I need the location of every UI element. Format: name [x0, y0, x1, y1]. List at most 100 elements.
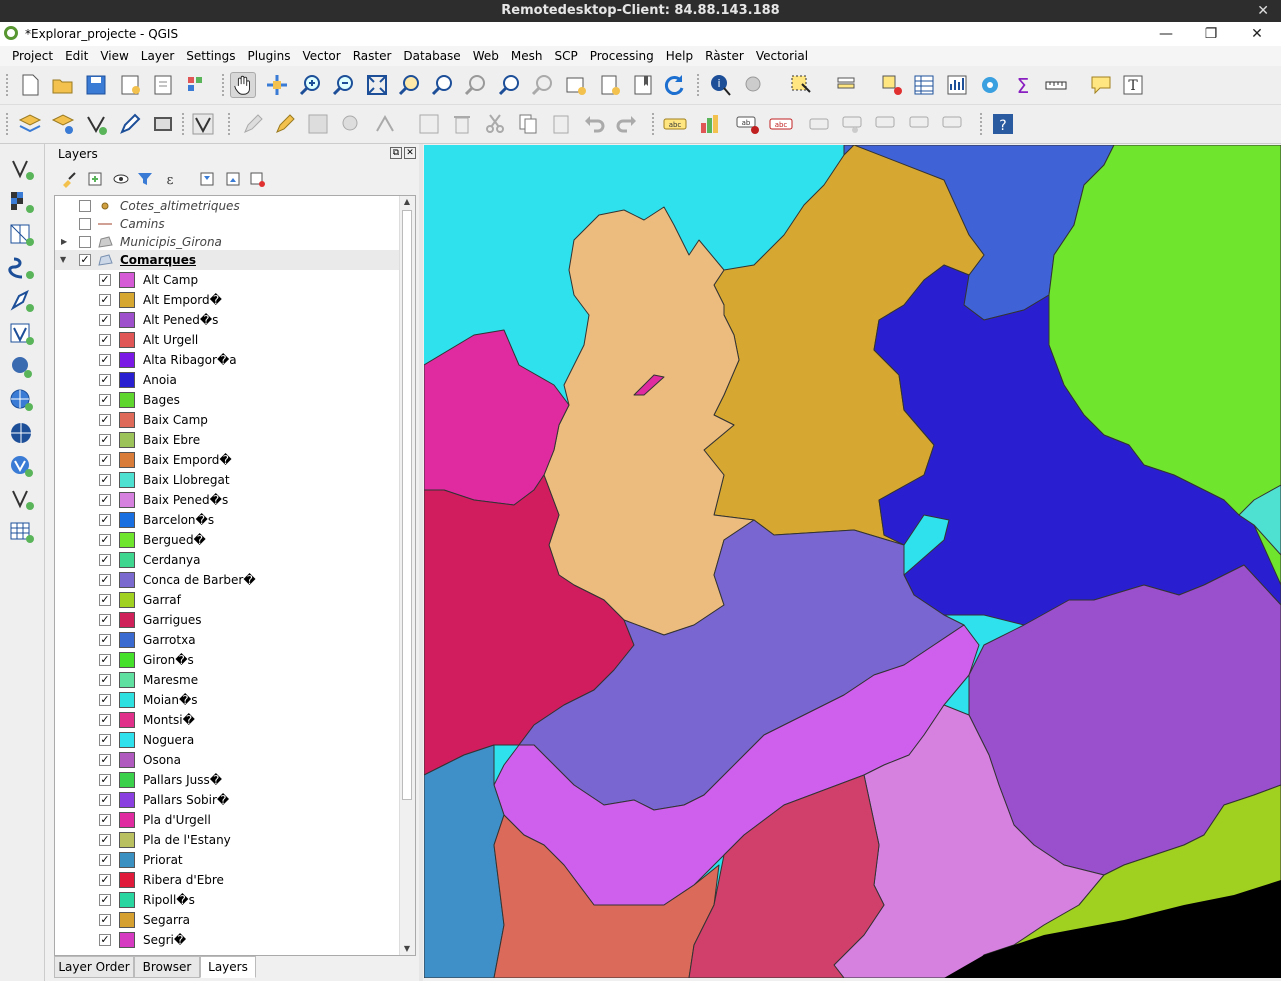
pin-labels-icon[interactable]: ab — [735, 111, 761, 137]
class-row[interactable]: ✓ Ripoll�s — [55, 890, 400, 910]
region-priorat[interactable] — [424, 744, 505, 978]
class-checkbox[interactable]: ✓ — [99, 474, 111, 486]
add-spatialite-icon[interactable] — [8, 321, 36, 347]
class-checkbox[interactable]: ✓ — [99, 454, 111, 466]
scroll-down-icon[interactable]: ▼ — [402, 944, 412, 954]
layer-checkbox[interactable]: ✓ — [79, 254, 91, 266]
class-row[interactable]: ✓ Baix Empord� — [55, 450, 400, 470]
zoom-in-icon[interactable] — [297, 72, 323, 98]
text-annotation-icon[interactable]: T — [1121, 72, 1147, 98]
refresh-icon[interactable] — [661, 72, 687, 98]
menu-help[interactable]: Help — [660, 46, 699, 66]
layer-checkbox[interactable] — [79, 200, 91, 212]
class-row[interactable]: ✓ Baix Pened�s — [55, 490, 400, 510]
new-vector-layer-icon[interactable] — [83, 111, 109, 137]
menu-plugins[interactable]: Plugins — [241, 46, 296, 66]
class-row[interactable]: ✓ Noguera — [55, 730, 400, 750]
paste-features-icon[interactable] — [548, 111, 574, 137]
add-virtual-layer-icon[interactable] — [8, 486, 36, 512]
class-row[interactable]: ✓ Ribera d'Ebre — [55, 870, 400, 890]
add-postgis-icon[interactable] — [8, 354, 36, 380]
class-checkbox[interactable]: ✓ — [99, 414, 111, 426]
class-checkbox[interactable]: ✓ — [99, 594, 111, 606]
filter-expression-icon[interactable]: ε — [162, 170, 180, 188]
add-vector-layer-icon[interactable] — [8, 156, 36, 182]
add-delimited-text-icon[interactable] — [8, 255, 36, 281]
undo-icon[interactable] — [581, 111, 607, 137]
class-row[interactable]: ✓ Alt Pened�s — [55, 310, 400, 330]
label-properties-icon[interactable] — [941, 111, 967, 137]
move-label-icon[interactable] — [808, 111, 834, 137]
layer-row-cotes[interactable]: Cotes_altimetriques — [55, 196, 400, 216]
class-checkbox[interactable]: ✓ — [99, 654, 111, 666]
class-row[interactable]: ✓ Segri� — [55, 930, 400, 950]
open-styling-icon[interactable] — [60, 170, 78, 188]
class-checkbox[interactable]: ✓ — [99, 294, 111, 306]
menu-layer[interactable]: Layer — [135, 46, 180, 66]
add-wfs-icon[interactable] — [8, 420, 36, 446]
zoom-full-icon[interactable] — [364, 72, 390, 98]
class-checkbox[interactable]: ✓ — [99, 314, 111, 326]
expand-all-icon[interactable] — [198, 170, 216, 188]
tab-layer-order[interactable]: Layer Order — [54, 956, 134, 978]
open-project-icon[interactable] — [50, 72, 76, 98]
copy-features-icon[interactable] — [515, 111, 541, 137]
remove-layer-icon[interactable] — [248, 170, 266, 188]
layer-checkbox[interactable] — [79, 236, 91, 248]
add-wms-icon[interactable] — [8, 387, 36, 413]
class-checkbox[interactable]: ✓ — [99, 554, 111, 566]
tab-browser[interactable]: Browser — [134, 956, 200, 978]
class-checkbox[interactable]: ✓ — [99, 814, 111, 826]
run-action-icon[interactable] — [741, 72, 767, 98]
class-checkbox[interactable]: ✓ — [99, 894, 111, 906]
cut-features-icon[interactable] — [482, 111, 508, 137]
expand-arrow-icon[interactable]: ▶ — [61, 232, 67, 252]
tab-layers[interactable]: Layers — [200, 956, 256, 978]
class-row[interactable]: ✓ Baix Llobregat — [55, 470, 400, 490]
class-row[interactable]: ✓ Moian�s — [55, 690, 400, 710]
delete-selected-icon[interactable] — [449, 111, 475, 137]
label-abc-icon[interactable]: abc — [662, 111, 688, 137]
zoom-to-selection-icon[interactable] — [397, 72, 423, 98]
filter-legend-icon[interactable] — [136, 170, 154, 188]
remote-close-button[interactable]: ✕ — [1257, 0, 1269, 22]
class-row[interactable]: ✓ Montsi� — [55, 710, 400, 730]
comarques-map[interactable] — [424, 145, 1281, 978]
new-temp-layer-icon[interactable] — [150, 111, 176, 137]
menu-raster-ca[interactable]: Ràster — [699, 46, 750, 66]
class-checkbox[interactable]: ✓ — [99, 674, 111, 686]
save-project-icon[interactable] — [83, 72, 109, 98]
select-by-value-icon[interactable] — [834, 72, 860, 98]
class-checkbox[interactable]: ✓ — [99, 734, 111, 746]
class-checkbox[interactable]: ✓ — [99, 614, 111, 626]
menu-scp[interactable]: SCP — [548, 46, 583, 66]
map-canvas[interactable] — [424, 145, 1281, 978]
edit-pencil-icon[interactable] — [272, 111, 298, 137]
rotate-label-icon[interactable] — [874, 111, 900, 137]
layout-manager-icon[interactable] — [150, 72, 176, 98]
diagram-options-icon[interactable] — [696, 111, 722, 137]
minimize-button[interactable]: — — [1146, 24, 1186, 44]
highlight-pinned-labels-icon[interactable]: abc — [768, 111, 794, 137]
restore-button[interactable]: ❐ — [1191, 24, 1231, 44]
toggle-editing-icon[interactable] — [240, 111, 266, 137]
menu-vector[interactable]: Vector — [296, 46, 346, 66]
class-checkbox[interactable]: ✓ — [99, 354, 111, 366]
field-calculator-sigma-icon[interactable]: Σ — [1010, 72, 1036, 98]
zoom-native-icon[interactable] — [463, 72, 489, 98]
class-checkbox[interactable]: ✓ — [99, 874, 111, 886]
zoom-next-icon[interactable] — [530, 72, 556, 98]
menu-processing[interactable]: Processing — [584, 46, 660, 66]
menu-web[interactable]: Web — [467, 46, 505, 66]
vertex-tool-icon[interactable] — [190, 111, 216, 137]
new-spatial-bookmark-icon[interactable] — [597, 72, 623, 98]
class-row[interactable]: ✓ Priorat — [55, 850, 400, 870]
identify-features-icon[interactable]: i — [708, 72, 734, 98]
add-mesh-layer-icon[interactable] — [8, 222, 36, 248]
layer-edit-icon[interactable] — [50, 111, 76, 137]
menu-edit[interactable]: Edit — [59, 46, 94, 66]
select-features-icon[interactable] — [788, 72, 814, 98]
class-checkbox[interactable]: ✓ — [99, 934, 111, 946]
class-row[interactable]: ✓ Barcelon�s — [55, 510, 400, 530]
class-row[interactable]: ✓ Baix Camp — [55, 410, 400, 430]
